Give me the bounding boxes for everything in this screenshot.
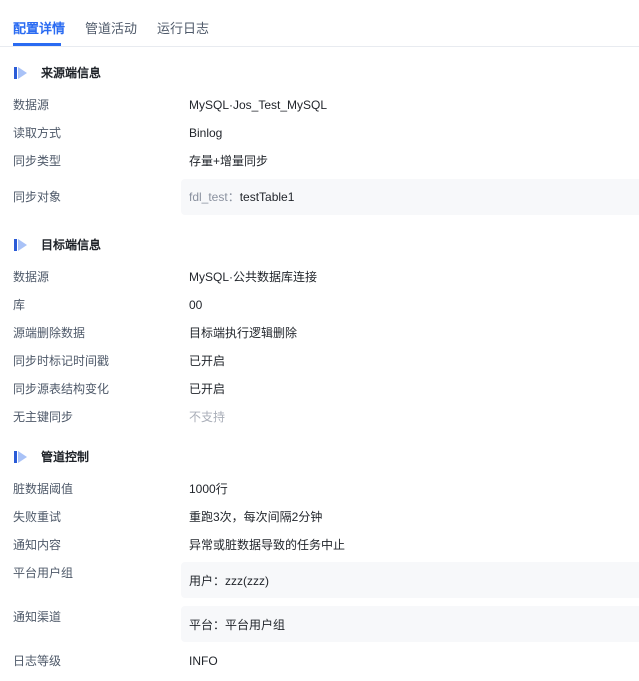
tab-pipeline-activity[interactable]: 管道活动 (85, 20, 137, 38)
section-control-title: 管道控制 (41, 450, 90, 464)
section-marker-icon (14, 67, 27, 79)
target-database-value: 00 (189, 298, 203, 312)
notify-content-value: 异常或脏数据导致的任务中止 (189, 538, 346, 552)
dirty-data-threshold-label: 脏数据阈值 (13, 482, 74, 496)
source-sync-type-label: 同步类型 (13, 154, 62, 168)
target-datasource-value: MySQL·公共数据库连接 (189, 270, 318, 284)
section-source-title: 来源端信息 (41, 66, 102, 80)
log-level-value: INFO (189, 654, 218, 668)
source-datasource-value: MySQL·Jos_Test_MySQL (189, 98, 328, 112)
target-timestamp-value: 已开启 (189, 354, 226, 368)
failure-retry-value: 重跑3次，每次间隔2分钟 (189, 510, 323, 524)
notify-content-label: 通知内容 (13, 538, 62, 552)
section-target-title: 目标端信息 (41, 238, 102, 252)
target-no-pk-sync-value: 不支持 (189, 410, 226, 424)
user-group-value: 用户：zzz(zzz) (189, 574, 269, 588)
tab-run-log[interactable]: 运行日志 (157, 20, 209, 38)
notify-channel-value: 平台：平台用户组 (189, 618, 286, 632)
notify-channel-label: 通知渠道 (13, 610, 62, 624)
sync-object-text: fdl_test：testTable1 (189, 188, 294, 206)
target-timestamp-label: 同步时标记时间戳 (13, 354, 110, 368)
sync-object-schema: fdl_test： (189, 190, 240, 204)
notify-channel-box: 平台：平台用户组 (181, 606, 639, 642)
section-marker-icon (14, 451, 27, 463)
target-no-pk-sync-label: 无主键同步 (13, 410, 74, 424)
sync-object-table: testTable1 (239, 190, 295, 204)
failure-retry-label: 失败重试 (13, 510, 62, 524)
source-datasource-label: 数据源 (13, 98, 50, 112)
active-tab-indicator (13, 43, 61, 46)
target-schema-change-label: 同步源表结构变化 (13, 382, 110, 396)
log-level-label: 日志等级 (13, 654, 62, 668)
dirty-data-threshold-value: 1000行 (189, 482, 228, 496)
platform-user-group-label: 平台用户组 (13, 566, 74, 580)
target-schema-change-value: 已开启 (189, 382, 226, 396)
source-sync-type-value: 存量+增量同步 (189, 154, 269, 168)
target-datasource-label: 数据源 (13, 270, 50, 284)
sync-object-box: fdl_test：testTable1 (181, 179, 639, 215)
tab-config-details[interactable]: 配置详情 (13, 20, 65, 38)
tab-bar: 配置详情 管道活动 运行日志 (0, 0, 639, 47)
target-database-label: 库 (13, 298, 26, 312)
user-group-box: 用户：zzz(zzz) (181, 562, 639, 598)
source-read-mode-label: 读取方式 (13, 126, 62, 140)
target-delete-handling-value: 目标端执行逻辑删除 (189, 326, 298, 340)
source-read-mode-value: Binlog (189, 126, 223, 140)
section-marker-icon (14, 239, 27, 251)
target-delete-handling-label: 源端删除数据 (13, 326, 86, 340)
source-sync-object-label: 同步对象 (13, 190, 62, 204)
